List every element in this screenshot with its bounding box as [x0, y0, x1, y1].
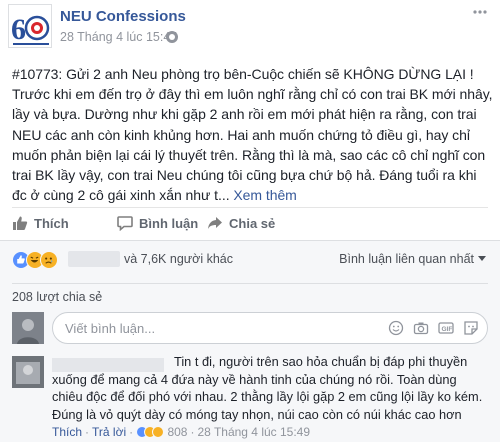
comment-composer: GIF [12, 312, 488, 344]
comment-reply-link[interactable]: Trả lời [92, 425, 126, 439]
sad-reaction-icon [152, 426, 165, 438]
comment-label: Bình luận [139, 216, 199, 231]
reactions-bar[interactable]: và 7,6K người khác Bình luận liên quan n… [0, 241, 500, 277]
speech-bubble-icon [117, 216, 133, 231]
comment-filter-label: Bình luận liên quan nhất [339, 252, 474, 266]
see-more-link[interactable]: Xem thêm [233, 187, 296, 203]
user-photo-icon [12, 312, 44, 344]
svg-text:6: 6 [11, 13, 26, 46]
comment-like-link[interactable]: Thích [52, 425, 82, 439]
comment-button[interactable]: Bình luận [117, 215, 198, 233]
share-count[interactable]: 208 lượt chia sẻ [12, 290, 102, 304]
thumbs-up-icon [13, 216, 28, 230]
neu-60-logo-icon: 6 [9, 5, 51, 47]
post-body: #10773: Gửi 2 anh Neu phòng trọ bên-Cuộc… [12, 66, 493, 204]
page-name-link[interactable]: NEU Confessions [60, 8, 186, 25]
chevron-down-icon [478, 256, 486, 261]
reaction-icons[interactable] [12, 251, 68, 269]
gif-icon[interactable]: GIF [438, 320, 454, 336]
composer-tools: GIF [388, 320, 480, 336]
user-photo-icon [12, 356, 44, 388]
like-label: Thích [34, 216, 69, 231]
sticker-icon[interactable] [463, 320, 479, 336]
post-actions: Thích Bình luận Chia sẻ [0, 208, 500, 240]
avatar[interactable] [12, 312, 44, 344]
share-arrow-icon [208, 217, 222, 229]
reaction-count[interactable]: và 7,6K người khác [124, 252, 233, 266]
post-text: #10773: Gửi 2 anh Neu phòng trọ bên-Cuộc… [12, 64, 494, 205]
divider [12, 283, 488, 284]
comment-item: Tin t đi, người trên sao hỏa chuẩn bị đá… [12, 352, 488, 442]
svg-text:GIF: GIF [442, 326, 453, 333]
sad-reaction-icon [40, 251, 58, 269]
comment-filter-dropdown[interactable]: Bình luận liên quan nhất [339, 252, 486, 266]
share-label: Chia sẻ [229, 216, 276, 231]
share-button[interactable]: Chia sẻ [207, 215, 275, 233]
reactor-name-redacted [68, 251, 120, 267]
like-button[interactable]: Thích [12, 215, 69, 233]
comment-timestamp[interactable]: 28 Tháng 4 lúc 15:49 [197, 425, 310, 439]
globe-icon [166, 31, 178, 43]
comment-text: Tin t đi, người trên sao hỏa chuẩn bị đá… [52, 354, 483, 422]
avatar[interactable] [12, 356, 44, 388]
comments-section: và 7,6K người khác Bình luận liên quan n… [0, 240, 500, 442]
comment-reaction-count[interactable]: 808 [167, 425, 187, 439]
more-options-icon[interactable] [472, 6, 488, 18]
page-avatar[interactable]: 6 [8, 4, 52, 48]
post-timestamp[interactable]: 28 Tháng 4 lúc 15:45 [60, 30, 177, 44]
emoji-icon[interactable] [388, 320, 404, 336]
camera-icon[interactable] [413, 320, 429, 336]
post-header: 6 NEU Confessions 28 Tháng 4 lúc 15:45 [0, 0, 500, 58]
comment-meta: Thích · Trả lời · 808 · 28 Tháng 4 lúc 15:49 [52, 425, 311, 439]
